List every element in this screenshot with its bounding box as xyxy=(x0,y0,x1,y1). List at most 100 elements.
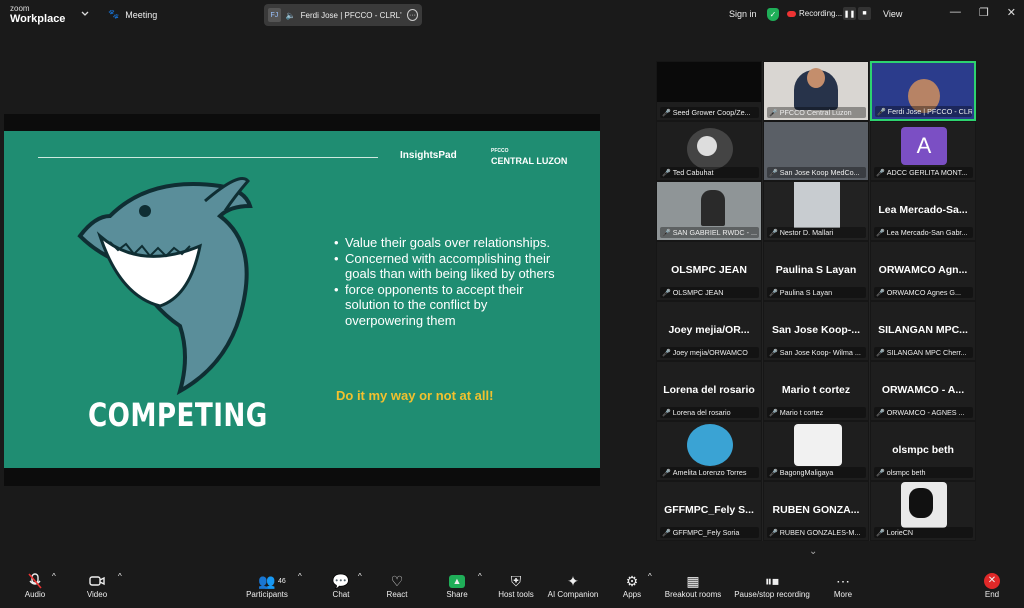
participant-tile[interactable]: 🎤 Amelita Lorenzo Torres xyxy=(656,421,762,481)
participant-name-label: Seed Grower Coop/Ze... xyxy=(672,108,751,117)
participant-tile[interactable]: San Jose Koop-... 🎤 San Jose Koop- Wilma .… xyxy=(763,301,869,361)
chevron-up-icon[interactable]: ^ xyxy=(52,572,56,581)
chat-button[interactable]: 💬 Chat xyxy=(326,572,356,600)
more-options-icon[interactable]: ··· xyxy=(406,9,418,21)
participant-name-label: ADCC GERLITA MONT... xyxy=(886,168,968,177)
ai-companion-label: AI Companion xyxy=(547,590,599,599)
chevron-up-icon[interactable]: ^ xyxy=(118,572,122,581)
participant-tile[interactable]: Joey mejia/OR... 🎤 Joey mejia/ORWAMCO xyxy=(656,301,762,361)
chevron-down-icon[interactable]: ⌄ xyxy=(809,546,817,557)
apps-button[interactable]: ⚙ Apps xyxy=(618,572,646,600)
participant-tile[interactable]: RUBEN GONZA... 🎤 RUBEN GONZALES-M... xyxy=(763,481,869,541)
participant-name: 🎤 ADCC GERLITA MONT... xyxy=(874,167,973,178)
participant-tile[interactable]: Paulina S Layan 🎤 Paulina S Layan xyxy=(763,241,869,301)
participant-tile[interactable]: 🎤 PFCCO Central Luzon xyxy=(763,61,869,121)
participant-tile[interactable]: 🎤 BagongMaligaya xyxy=(763,421,869,481)
restore-icon[interactable]: ❐ xyxy=(979,6,989,19)
share-label: Share xyxy=(446,590,468,599)
participant-name: 🎤 Lea Mercado-San Gabr... xyxy=(874,227,973,238)
heart-icon: ♡ xyxy=(390,572,404,589)
ai-companion-button[interactable]: ✦ AI Companion xyxy=(546,572,600,600)
participant-name-label: LorieCN xyxy=(886,528,914,537)
slide-bullets: Value their goals over relationships. Co… xyxy=(334,235,564,328)
participant-tile[interactable]: 🎤 San Jose Koop MedCo... xyxy=(763,121,869,181)
participant-name-label: olsmpc beth xyxy=(886,468,926,477)
participant-name: 🎤 Mario t cortez xyxy=(767,407,866,418)
participant-tile[interactable]: 🎤 Seed Grower Coop/Ze... xyxy=(656,61,762,121)
recording-status: Recording... xyxy=(787,9,842,18)
muted-mic-icon: 🎤 xyxy=(876,409,885,417)
participant-name: 🎤 Nestor D. Mallari xyxy=(767,227,866,238)
audio-button[interactable]: Audio xyxy=(20,572,50,599)
stop-icon[interactable]: ■ xyxy=(858,7,871,20)
participant-name-label: ORWAMCO Agnes G... xyxy=(886,288,962,297)
active-speaker-pill[interactable]: FJ 🔈 Ferdi Jose | PFCCO - CLRL's s ··· xyxy=(264,4,422,26)
participant-name-label: Mario t cortez xyxy=(779,408,824,417)
react-button[interactable]: ♡ React xyxy=(382,572,412,600)
end-button[interactable]: ✕ End xyxy=(978,572,1006,599)
participant-tile[interactable]: olsmpc beth 🎤 olsmpc beth xyxy=(870,421,976,481)
slide-tagline: Do it my way or not at all! xyxy=(336,388,494,403)
slide-bullet: force opponents to accept their solution… xyxy=(334,282,564,329)
participant-name-label: Nestor D. Mallari xyxy=(779,228,834,237)
chevron-up-icon[interactable]: ^ xyxy=(358,572,362,581)
participant-name: 🎤 Seed Grower Coop/Ze... xyxy=(660,107,759,118)
sparkle-icon: ✦ xyxy=(567,572,579,589)
share-button[interactable]: ▲ Share xyxy=(442,572,472,599)
speaker-audio-icon: 🔈 xyxy=(285,10,296,20)
minimize-icon[interactable]: — xyxy=(950,6,961,19)
meeting-info-button[interactable]: 🐾 Meeting xyxy=(108,9,157,20)
muted-mic-icon: 🎤 xyxy=(876,349,885,357)
participant-display-name: Lorena del rosario xyxy=(663,384,755,396)
view-button[interactable]: View xyxy=(883,9,902,19)
participant-tile[interactable]: ORWAMCO - A... 🎤 ORWAMCO - AGNES ... xyxy=(870,361,976,421)
host-tools-button[interactable]: ⛨ Host tools xyxy=(496,572,536,600)
participant-tile[interactable]: OLSMPC JEAN 🎤 OLSMPC JEAN xyxy=(656,241,762,301)
participants-button[interactable]: 👥 Participants xyxy=(244,572,290,600)
sign-in-link[interactable]: Sign in xyxy=(729,9,757,19)
participant-tile[interactable]: 🎤 Ted Cabuhat xyxy=(656,121,762,181)
meeting-label: Meeting xyxy=(125,9,158,20)
participant-name: 🎤 Amelita Lorenzo Torres xyxy=(660,467,759,478)
participant-display-name: OLSMPC JEAN xyxy=(671,264,747,276)
video-button[interactable]: Video xyxy=(82,572,112,599)
participant-tile[interactable]: GFFMPC_Fely S... 🎤 GFFMPC_Fely Soria xyxy=(656,481,762,541)
close-icon[interactable]: ✕ xyxy=(1007,6,1016,19)
muted-mic-icon: 🎤 xyxy=(769,229,778,237)
shark-illustration xyxy=(77,177,253,396)
participant-display-name: ORWAMCO Agn... xyxy=(878,264,968,276)
muted-mic-icon: 🎤 xyxy=(876,169,885,177)
participant-tile[interactable]: 🎤 LorieCN xyxy=(870,481,976,541)
participant-name: 🎤 Ferdi Jose | PFCCO - CLRL xyxy=(875,106,972,117)
participant-name-label: Lea Mercado-San Gabr... xyxy=(886,228,968,237)
participant-name-label: OLSMPC JEAN xyxy=(672,288,724,297)
chevron-up-icon[interactable]: ^ xyxy=(648,572,652,581)
chevron-up-icon[interactable]: ^ xyxy=(298,572,302,581)
pause-icon[interactable]: ❚❚ xyxy=(843,7,856,20)
muted-mic-icon: 🎤 xyxy=(876,469,885,477)
participant-name: 🎤 GFFMPC_Fely Soria xyxy=(660,527,759,538)
muted-mic-icon: 🎤 xyxy=(662,109,671,117)
security-shield-icon[interactable]: ✓ xyxy=(767,8,779,21)
participant-tile[interactable]: SILANGAN MPC... 🎤 SILANGAN MPC Cherr... xyxy=(870,301,976,361)
participant-tile[interactable]: 🎤 SAN GABRIEL RWDC - ... xyxy=(656,181,762,241)
end-call-icon: ✕ xyxy=(978,572,1006,590)
participant-tile[interactable]: 🎤 Ferdi Jose | PFCCO - CLRL xyxy=(870,61,976,121)
participants-count: 46 xyxy=(278,578,286,585)
breakout-rooms-button[interactable]: ▦ Breakout rooms xyxy=(662,572,724,600)
pause-recording-button[interactable]: ⏸⏹ Pause/stop recording xyxy=(730,572,814,600)
participant-tile[interactable]: 🎤 Nestor D. Mallari xyxy=(763,181,869,241)
participant-tile[interactable]: ORWAMCO Agn... 🎤 ORWAMCO Agnes G... xyxy=(870,241,976,301)
participant-tile[interactable]: A 🎤 ADCC GERLITA MONT... xyxy=(870,121,976,181)
participant-tile[interactable]: Mario t cortez 🎤 Mario t cortez xyxy=(763,361,869,421)
participant-display-name: Joey mejia/OR... xyxy=(668,324,750,336)
participant-tile[interactable]: Lea Mercado-Sa... 🎤 Lea Mercado-San Gabr..… xyxy=(870,181,976,241)
muted-mic-icon: 🎤 xyxy=(769,409,778,417)
chevron-down-icon[interactable] xyxy=(80,9,90,19)
chevron-up-icon[interactable]: ^ xyxy=(478,572,482,581)
participant-tile[interactable]: Lorena del rosario 🎤 Lorena del rosario xyxy=(656,361,762,421)
shared-slide: InsightsPad PFCCO CENTRAL LUZON COMPETIN… xyxy=(4,131,600,468)
participant-name: 🎤 ORWAMCO - AGNES ... xyxy=(874,407,973,418)
host-tools-label: Host tools xyxy=(498,590,534,599)
more-button[interactable]: ⋯ More xyxy=(828,572,858,600)
